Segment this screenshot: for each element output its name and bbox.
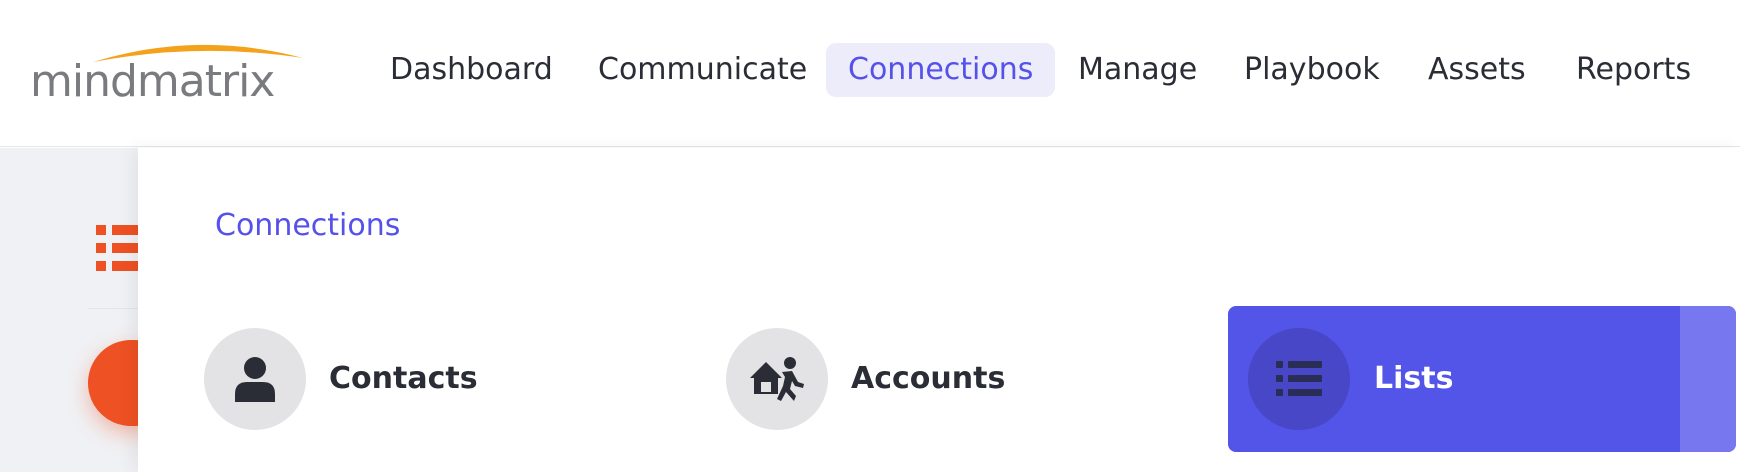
background-divider [88,308,140,309]
house-runner-icon [750,357,804,401]
logo-text: mindmatrix [30,56,275,107]
accounts-icon-circle [726,328,828,430]
mindmatrix-logo[interactable]: mindmatrix [30,36,303,107]
lists-icon-circle [1248,328,1350,430]
background-list-icon [96,225,140,271]
menu-item-lists[interactable]: Lists [1228,306,1736,452]
nav-communicate[interactable]: Communicate [598,43,807,97]
user-icon [235,357,275,402]
nav-assets[interactable]: Assets [1428,43,1526,97]
menu-item-contacts[interactable]: Contacts [138,306,618,452]
nav-connections[interactable]: Connections [826,43,1056,97]
lists-label: Lists [1374,361,1454,396]
list-icon [1276,361,1322,396]
accounts-label: Accounts [851,361,1006,396]
nav-dashboard[interactable]: Dashboard [390,43,553,97]
connections-dropdown: Connections Contacts Accounts Lists [138,148,1740,472]
contacts-icon-circle [204,328,306,430]
nav-reports[interactable]: Reports [1576,43,1691,97]
lists-card-side-strip [1680,306,1736,452]
menu-item-accounts[interactable]: Accounts [660,306,1140,452]
dropdown-title: Connections [215,208,401,243]
nav-playbook[interactable]: Playbook [1244,43,1380,97]
contacts-label: Contacts [329,361,478,396]
top-navigation-bar: mindmatrix Dashboard Communicate Connect… [0,0,1740,147]
nav-manage[interactable]: Manage [1078,43,1197,97]
